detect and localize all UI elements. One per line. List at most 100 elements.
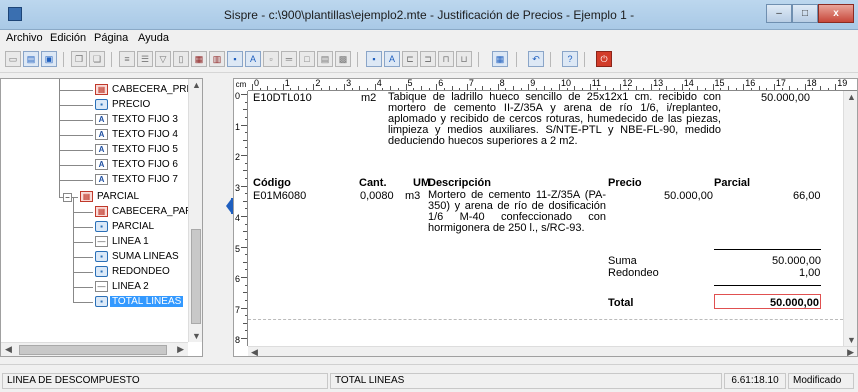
ruler-tick [804,84,806,90]
tree-item[interactable]: — LINEA 1 [95,235,202,249]
tree-item-label: REDONDEO [112,266,170,277]
text-insert-icon[interactable]: A [245,51,261,67]
field-icon-2[interactable]: ▪ [366,51,382,67]
document-vertical-scrollbar[interactable]: ▲ ▼ [843,91,857,346]
tree-connector [59,135,93,136]
scroll-down-icon[interactable]: ▼ [847,335,856,345]
item-price[interactable]: 50.000,00 [761,92,810,104]
field-insert-icon[interactable]: ▪ [227,51,243,67]
row-parcial[interactable]: 66,00 [793,190,821,202]
row-descripcion[interactable]: Mortero de cemento 11-Z/35A (PA-350) y a… [428,190,606,234]
table-insert-icon[interactable]: ▦ [191,51,207,67]
copy-icon[interactable]: ❐ [71,51,87,67]
filter-icon[interactable]: ▽ [155,51,171,67]
total-label[interactable]: Total [608,297,633,309]
page-icon[interactable]: ▯ [173,51,189,67]
panel-splitter[interactable] [203,78,233,357]
tree-vertical-scrollbar[interactable]: ▲ ▼ [188,79,202,342]
tree-item[interactable]: — LINEA 2 [95,280,202,294]
row-codigo[interactable]: E01M6080 [253,190,306,202]
tree-item[interactable]: ▦ CABECERA_PARCI [95,205,202,219]
maximize-button[interactable]: □ [792,4,818,23]
list-icon[interactable]: ☰ [137,51,153,67]
tree-item[interactable]: ▪ SUMA LINEAS [95,250,202,264]
tree-item[interactable]: A TEXTO FIJO 6 [95,158,202,172]
header-precio[interactable]: Precio [608,177,642,189]
minimize-button[interactable]: – [766,4,792,23]
tree-item[interactable]: A TEXTO FIJO 4 [95,128,202,142]
undo-icon[interactable]: ↶ [528,51,544,67]
new-icon[interactable]: ▭ [5,51,21,67]
menu-pagina[interactable]: Página [94,32,128,44]
tree-item[interactable]: ▦ CABECERA_PRECI [95,83,202,97]
scroll-down-icon[interactable]: ▼ [192,331,201,341]
report-page[interactable]: E10DTL010 m2 Tabique de ladrillo hueco s… [248,91,843,346]
tree-item[interactable]: A TEXTO FIJO 3 [95,113,202,127]
tree-item[interactable]: ▪ PARCIAL [95,220,202,234]
exit-icon[interactable]: ⏻ [596,51,612,67]
item-description[interactable]: Tabique de ladrillo hueco sencillo de 25… [388,92,721,147]
toolbar-separator [111,52,112,67]
document-horizontal-scrollbar[interactable]: ◀ ▶ [248,346,857,356]
menu-edicion[interactable]: Edición [50,32,86,44]
table-header-icon[interactable]: ▥ [209,51,225,67]
scroll-left-icon[interactable]: ◀ [251,347,258,356]
item-code[interactable]: E10DTL010 [253,92,312,104]
header-descripcion[interactable]: Descripción [428,177,491,189]
align-icon[interactable]: ≡ [119,51,135,67]
save-icon[interactable]: ▣ [41,51,57,67]
scroll-up-icon[interactable]: ▲ [847,92,856,102]
tree-item[interactable]: ▪ TOTAL LINEAS [95,295,202,309]
scroll-left-icon[interactable]: ◀ [5,344,12,355]
linea-2[interactable] [714,285,821,286]
close-button[interactable]: x [818,4,854,23]
suma-label[interactable]: Suma [608,255,637,267]
text-icon-2[interactable]: A [384,51,400,67]
tree-item[interactable]: ▪ REDONDEO [95,265,202,279]
help-icon[interactable]: ? [562,51,578,67]
redondeo-label[interactable]: Redondeo [608,267,659,279]
fill-icon[interactable]: ▩ [335,51,351,67]
tree-item[interactable]: A TEXTO FIJO 7 [95,173,202,187]
image-icon[interactable]: ▫ [263,51,279,67]
open-icon[interactable]: ▤ [23,51,39,67]
align-center-icon[interactable]: ⊐ [420,51,436,67]
field-icon: ▪ [95,266,108,277]
redondeo-value[interactable]: 1,00 [799,267,820,279]
menu-archivo[interactable]: Archivo [6,32,43,44]
collapse-toggle-icon[interactable]: − [63,193,72,202]
scroll-right-icon[interactable]: ▶ [847,347,854,356]
row-um[interactable]: m3 [405,190,420,202]
ruler-tick [245,223,247,225]
row-cant[interactable]: 0,0080 [360,190,394,202]
scroll-up-icon[interactable]: ▲ [192,80,201,90]
tree-item[interactable]: ▪ PRECIO [95,98,202,112]
calculator-icon[interactable]: ▦ [492,51,508,67]
total-value[interactable]: 50.000,00 [770,297,819,309]
document-canvas[interactable]: cm 0 1 2 3 4 5 6 7 8 9 10 11 12 13 14 15 16 17 18 19 012345… [233,78,858,357]
rectangle-icon[interactable]: □ [299,51,315,67]
tree-item[interactable]: ▦ PARCIAL [80,190,202,204]
header-cant[interactable]: Cant. [359,177,387,189]
align-left-icon[interactable]: ⊏ [402,51,418,67]
item-unit[interactable]: m2 [361,92,376,104]
tree-item[interactable]: A TEXTO FIJO 5 [95,143,202,157]
row-precio[interactable]: 50.000,00 [664,190,713,202]
header-parcial[interactable]: Parcial [714,177,750,189]
header-codigo[interactable]: Código [253,177,291,189]
grid-icon[interactable]: ▤ [317,51,333,67]
line-icon[interactable]: ═ [281,51,297,67]
paste-icon[interactable]: ❏ [89,51,105,67]
toolbar-separator [584,52,585,67]
scroll-thumb[interactable] [191,229,201,324]
scroll-thumb[interactable] [19,345,167,355]
toolbar-separator [550,52,551,67]
tree-horizontal-scrollbar[interactable]: ◀ ▶ [1,342,188,356]
linea-1[interactable] [714,249,821,250]
menu-ayuda[interactable]: Ayuda [138,32,169,44]
distribute-icon[interactable]: ⊔ [456,51,472,67]
scroll-right-icon[interactable]: ▶ [177,344,184,355]
ruler-number: 11 [591,78,602,88]
suma-value[interactable]: 50.000,00 [772,255,821,267]
align-right-icon[interactable]: ⊓ [438,51,454,67]
